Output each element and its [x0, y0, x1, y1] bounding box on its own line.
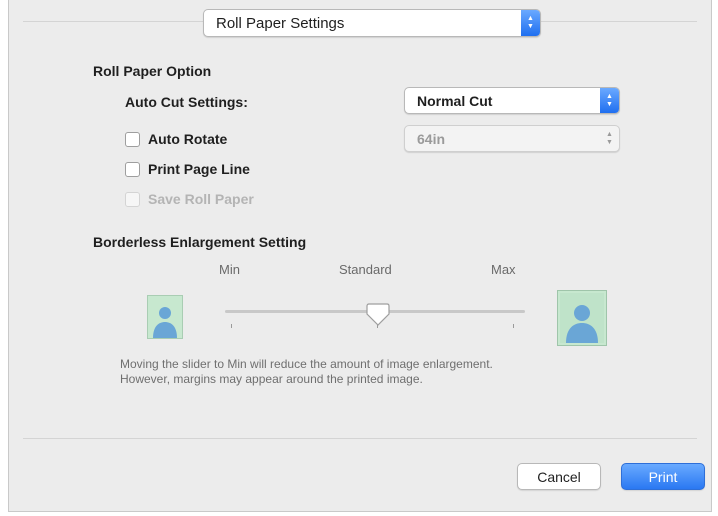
slider-tick [513, 324, 514, 328]
paper-length-value: 64in [417, 130, 446, 147]
print-page-line-checkbox-row[interactable]: Print Page Line [125, 161, 250, 177]
chevron-up-down-icon: ▲ ▼ [521, 10, 540, 36]
borderless-enlargement-title: Borderless Enlargement Setting [93, 234, 307, 250]
chevron-up-down-icon: ▲ ▼ [606, 130, 613, 146]
settings-panel-popup-label: Roll Paper Settings [216, 14, 345, 32]
save-roll-paper-checkbox-row: Save Roll Paper [125, 191, 254, 207]
auto-rotate-label: Auto Rotate [148, 131, 228, 147]
slider-thumb-icon[interactable] [363, 299, 393, 329]
bottom-divider [23, 438, 697, 439]
print-dialog: Roll Paper Settings ▲ ▼ Roll Paper Option… [8, 0, 712, 512]
slider-description: Moving the slider to Min will reduce the… [120, 357, 640, 387]
description-line-2: However, margins may appear around the p… [120, 372, 423, 386]
save-roll-paper-label: Save Roll Paper [148, 191, 254, 207]
person-small-icon [147, 295, 183, 339]
auto-rotate-checkbox-row[interactable]: Auto Rotate [125, 131, 227, 147]
auto-rotate-checkbox[interactable] [125, 131, 140, 147]
person-large-icon [557, 290, 607, 346]
slider-max-label: Max [491, 262, 516, 277]
print-page-line-checkbox[interactable] [125, 161, 140, 177]
save-roll-paper-checkbox [125, 191, 140, 207]
cancel-button[interactable]: Cancel [517, 463, 601, 490]
paper-length-popup: 64in ▲ ▼ [404, 125, 620, 152]
slider-standard-label: Standard [339, 262, 392, 277]
auto-cut-popup[interactable]: Normal Cut ▲ ▼ [404, 87, 620, 114]
roll-paper-option-title: Roll Paper Option [93, 63, 212, 79]
auto-cut-settings-label: Auto Cut Settings: [125, 94, 248, 110]
description-line-1: Moving the slider to Min will reduce the… [120, 357, 493, 371]
auto-cut-value: Normal Cut [417, 92, 493, 109]
print-button[interactable]: Print [621, 463, 705, 490]
slider-min-label: Min [219, 262, 240, 277]
settings-panel-popup[interactable]: Roll Paper Settings ▲ ▼ [203, 9, 541, 37]
slider-tick [231, 324, 232, 328]
print-page-line-label: Print Page Line [148, 161, 250, 177]
chevron-up-down-icon: ▲ ▼ [600, 88, 619, 113]
